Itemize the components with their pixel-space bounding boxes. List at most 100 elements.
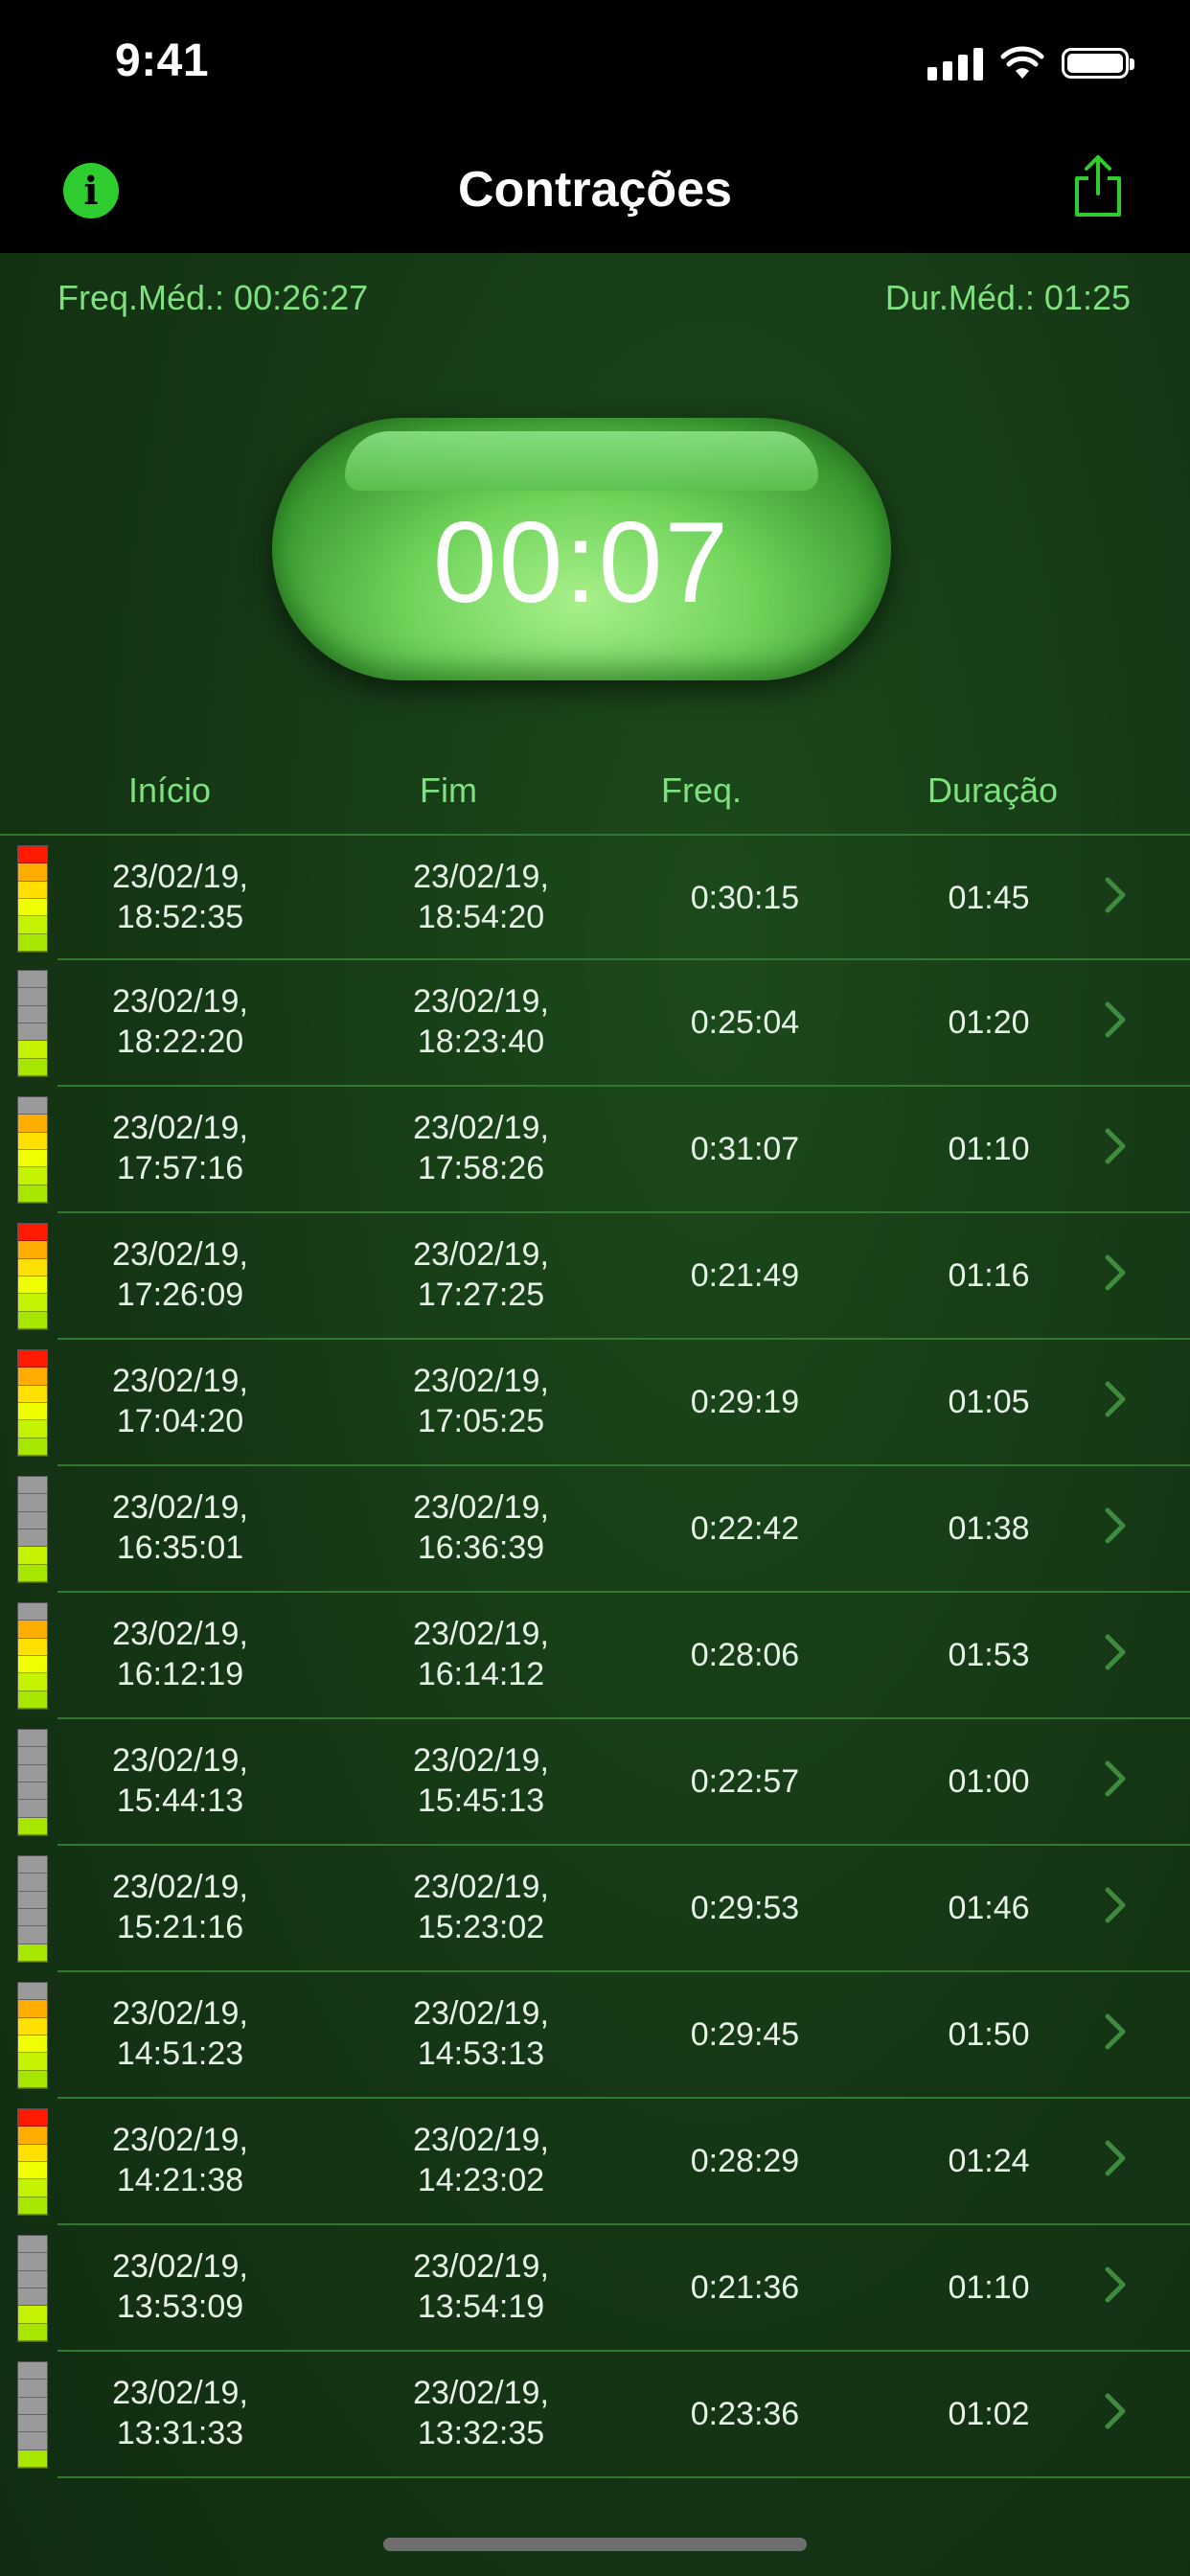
start-cell: 23/02/19, 18:52:35 xyxy=(84,857,276,937)
intensity-segment xyxy=(18,1638,47,1656)
chevron-right-icon xyxy=(1105,1381,1126,1417)
intensity-segment xyxy=(18,2323,47,2341)
intensity-segment xyxy=(18,1149,47,1168)
end-cell: 23/02/19, 18:54:20 xyxy=(385,857,577,937)
frequency-cell-line: 0:29:53 xyxy=(690,1890,800,1926)
cellular-signal-icon xyxy=(927,46,983,80)
intensity-bar xyxy=(17,1476,48,1583)
status-bar: 9:41 xyxy=(0,0,1190,130)
intensity-bar xyxy=(17,2108,48,2216)
table-row[interactable]: 23/02/19, 17:04:20 23/02/19, 17:05:25 0:29:1… xyxy=(0,1340,1190,1466)
chevron-right-icon xyxy=(1105,1634,1126,1670)
intensity-segment xyxy=(18,1874,47,1892)
intensity-segment xyxy=(18,1747,47,1765)
start-cell: 23/02/19, 16:35:01 xyxy=(84,1487,276,1568)
end-cell-line: 16:14:12 xyxy=(417,1656,545,1692)
average-duration: Dur.Méd.: 01:25 xyxy=(884,278,1131,317)
frequency-cell: 0:22:42 xyxy=(661,1508,829,1549)
duration-cell: 01:45 xyxy=(912,878,1065,918)
intensity-segment xyxy=(18,2053,47,2071)
table-header: Início Fim Freq. Duração xyxy=(0,770,1190,828)
intensity-segment xyxy=(18,1621,47,1639)
frequency-cell: 0:25:04 xyxy=(661,1002,829,1043)
intensity-segment xyxy=(18,1005,47,1024)
duration-cell-line: 01:53 xyxy=(948,1637,1030,1673)
duration-cell-line: 01:20 xyxy=(948,1004,1030,1041)
intensity-segment xyxy=(18,2127,47,2145)
intensity-segment xyxy=(18,898,47,917)
chevron-right-icon xyxy=(1105,1507,1126,1544)
end-cell-line: 18:54:20 xyxy=(417,899,545,935)
intensity-segment xyxy=(18,1477,47,1495)
chevron-right-icon xyxy=(1105,2013,1126,2050)
duration-cell: 01:50 xyxy=(912,2014,1065,2055)
end-cell-line: 15:45:13 xyxy=(417,1782,545,1819)
start-cell: 23/02/19, 17:26:09 xyxy=(84,1234,276,1315)
start-cell-line: 14:21:38 xyxy=(116,2162,244,2198)
table-row[interactable]: 23/02/19, 17:26:09 23/02/19, 17:27:25 0:21:4… xyxy=(0,1213,1190,1340)
frequency-cell: 0:21:36 xyxy=(661,2267,829,2308)
start-cell-line: 13:31:33 xyxy=(116,2415,244,2451)
duration-cell-line: 01:46 xyxy=(948,1890,1030,1926)
end-cell-line: 17:27:25 xyxy=(417,1276,545,1313)
intensity-segment xyxy=(18,1983,47,2001)
frequency-cell-line: 0:21:49 xyxy=(690,1257,800,1294)
intensity-segment xyxy=(18,1730,47,1748)
start-cell-line: 23/02/19, xyxy=(112,2248,248,2285)
duration-cell: 01:00 xyxy=(912,1761,1065,1802)
table-row[interactable]: 23/02/19, 14:51:23 23/02/19, 14:53:13 0:29:4… xyxy=(0,1972,1190,2099)
table-row[interactable]: 23/02/19, 17:57:16 23/02/19, 17:58:26 0:31:0… xyxy=(0,1087,1190,1213)
main-content: Freq.Méd.: 00:26:27 Dur.Méd.: 01:25 00:0… xyxy=(0,253,1190,2576)
table-row[interactable]: 23/02/19, 18:22:20 23/02/19, 18:23:40 0:25:0… xyxy=(0,960,1190,1087)
start-cell: 23/02/19, 17:57:16 xyxy=(84,1108,276,1188)
end-cell-line: 14:53:13 xyxy=(417,2036,545,2072)
intensity-bar xyxy=(17,2235,48,2342)
table-row[interactable]: 23/02/19, 15:44:13 23/02/19, 15:45:13 0:22:5… xyxy=(0,1719,1190,1846)
end-cell-line: 18:23:40 xyxy=(417,1024,545,1060)
timer-button[interactable]: 00:07 xyxy=(272,418,891,680)
intensity-segment xyxy=(18,1402,47,1421)
intensity-segment xyxy=(18,2035,47,2054)
table-row[interactable]: 23/02/19, 13:53:09 23/02/19, 13:54:19 0:21:3… xyxy=(0,2225,1190,2352)
frequency-cell: 0:30:15 xyxy=(661,878,829,918)
navigation-bar: i Contrações xyxy=(0,130,1190,253)
column-header-freq: Freq. xyxy=(661,770,743,810)
intensity-segment xyxy=(18,2288,47,2307)
end-cell: 23/02/19, 13:54:19 xyxy=(385,2246,577,2327)
start-cell-line: 23/02/19, xyxy=(112,1742,248,1779)
table-row[interactable]: 23/02/19, 14:21:38 23/02/19, 14:23:02 0:28:2… xyxy=(0,2099,1190,2225)
end-cell-line: 16:36:39 xyxy=(417,1530,545,1566)
intensity-segment xyxy=(18,2306,47,2324)
start-cell: 23/02/19, 17:04:20 xyxy=(84,1361,276,1441)
table-row[interactable]: 23/02/19, 15:21:16 23/02/19, 15:23:02 0:29:5… xyxy=(0,1846,1190,1972)
table-row[interactable]: 23/02/19, 13:31:33 23/02/19, 13:32:35 0:23:3… xyxy=(0,2352,1190,2478)
intensity-segment xyxy=(18,1184,47,1203)
column-header-inicio: Início xyxy=(128,770,212,810)
table-row[interactable]: 23/02/19, 16:35:01 23/02/19, 16:36:39 0:22:4… xyxy=(0,1466,1190,1593)
end-cell-line: 23/02/19, xyxy=(413,2375,549,2411)
intensity-segment xyxy=(18,1276,47,1295)
intensity-segment xyxy=(18,2432,47,2450)
duration-cell: 01:38 xyxy=(912,1508,1065,1549)
table-row[interactable]: 23/02/19, 16:12:19 23/02/19, 16:14:12 0:28:0… xyxy=(0,1593,1190,1719)
start-cell-line: 16:35:01 xyxy=(116,1530,244,1566)
start-cell-line: 23/02/19, xyxy=(112,983,248,1020)
start-cell-line: 18:22:20 xyxy=(116,1024,244,1060)
table-row[interactable]: 23/02/19, 18:52:35 23/02/19, 18:54:20 0:30:1… xyxy=(0,834,1190,960)
intensity-bar xyxy=(17,1349,48,1457)
share-icon[interactable] xyxy=(1069,151,1127,220)
intensity-segment xyxy=(18,1944,47,1962)
end-cell-line: 17:05:25 xyxy=(417,1403,545,1439)
chevron-right-icon xyxy=(1105,2393,1126,2429)
end-cell-line: 23/02/19, xyxy=(413,1869,549,1905)
start-cell-line: 23/02/19, xyxy=(112,1995,248,2032)
intensity-segment xyxy=(18,916,47,934)
chevron-right-icon xyxy=(1105,2140,1126,2176)
intensity-segment xyxy=(18,2253,47,2271)
end-cell-line: 23/02/19, xyxy=(413,1489,549,1526)
start-cell-line: 15:44:13 xyxy=(116,1782,244,1819)
start-cell: 23/02/19, 15:21:16 xyxy=(84,1867,276,1947)
intensity-segment xyxy=(18,1438,47,1456)
start-cell-line: 17:57:16 xyxy=(116,1150,244,1186)
end-cell-line: 23/02/19, xyxy=(413,1995,549,2032)
